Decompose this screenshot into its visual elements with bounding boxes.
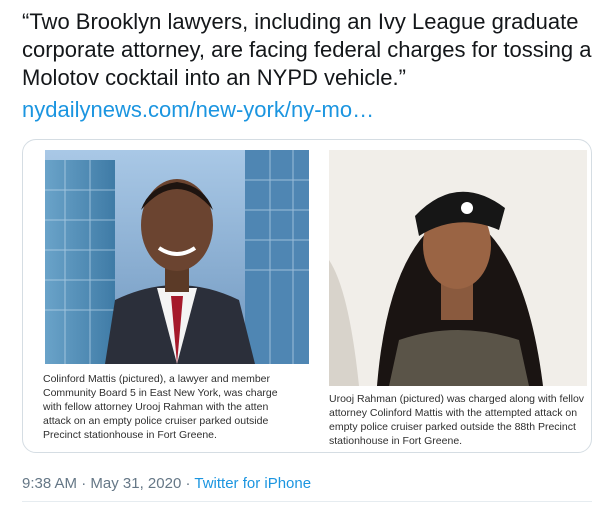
left-photo-caption: Colinford Mattis (pictured), a lawyer an… (43, 373, 278, 441)
tweet-time[interactable]: 9:38 AM (22, 475, 77, 492)
right-photo[interactable] (329, 150, 587, 386)
meta-separator: · (181, 475, 195, 492)
left-photo[interactable] (45, 150, 309, 364)
man-portrait-image (45, 150, 309, 364)
divider (22, 501, 592, 502)
tweet-text: “Two Brooklyn lawyers, including an Ivy … (22, 9, 592, 90)
media-card[interactable]: Colinford Mattis (pictured), a lawyer an… (22, 139, 592, 453)
woman-portrait-image (329, 150, 587, 386)
tweet-link[interactable]: nydailynews.com/new-york/ny-mo… (22, 96, 374, 124)
tweet-meta: 9:38 AM · May 31, 2020 · Twitter for iPh… (22, 474, 311, 494)
tweet-date[interactable]: May 31, 2020 (90, 475, 181, 492)
tweet-source[interactable]: Twitter for iPhone (194, 475, 311, 492)
right-photo-caption: Urooj Rahman (pictured) was charged alon… (329, 393, 585, 447)
meta-separator: · (77, 475, 91, 492)
